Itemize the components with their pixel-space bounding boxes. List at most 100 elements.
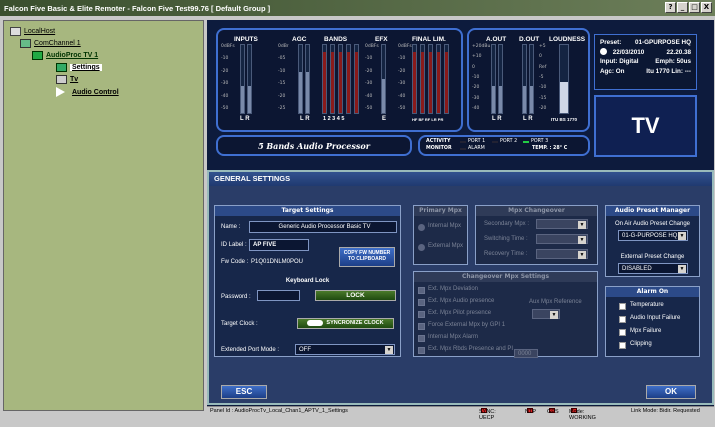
changeover-option-label: Ext. Mpx Deviation bbox=[428, 286, 479, 292]
chevron-down-icon[interactable]: ▼ bbox=[385, 346, 393, 354]
close-button[interactable]: X bbox=[701, 2, 712, 13]
device-tree: LocalHost ComChannel 1 AudioProc TV 1 Se… bbox=[3, 20, 204, 411]
agc-meter-right bbox=[305, 44, 310, 114]
tree-item-tv[interactable]: Tv bbox=[56, 75, 78, 84]
password-field[interactable] bbox=[257, 290, 300, 301]
dout-meter-left bbox=[522, 44, 527, 114]
bands-numbers-label: 1 2 3 4 5 bbox=[323, 116, 345, 122]
inputs-scale-tick: -10 bbox=[221, 56, 229, 62]
mode-status: Mode: WORKING bbox=[569, 408, 596, 421]
network-icon bbox=[20, 39, 31, 48]
aout-meter-right bbox=[498, 44, 503, 114]
chevron-down-icon[interactable]: ▼ bbox=[678, 265, 686, 273]
tree-item-channel[interactable]: ComChannel 1 bbox=[20, 39, 81, 48]
external-mpx-radio[interactable] bbox=[418, 244, 425, 251]
emphasis-value: Emph: 50us bbox=[655, 58, 691, 65]
output-meters-panel: A.OUT D.OUT LOUDNESS L R L R ITU BS 1770… bbox=[467, 28, 590, 132]
extended-port-select[interactable]: OFF ▼ bbox=[295, 344, 395, 355]
band-meter-1 bbox=[322, 44, 327, 114]
aout-scale-tick: -10 bbox=[472, 75, 480, 80]
changeover-option-label: Ext. Mpx Audio presence bbox=[428, 298, 495, 304]
loudness-scale-tick: -5 bbox=[539, 75, 544, 80]
audio-preset-manager-panel: Audio Preset Manager On Air Audio Preset… bbox=[605, 205, 700, 277]
tree-label: Settings bbox=[70, 64, 102, 71]
status-bar: Panel Id : AudioProcTv_Local_Chan1_APTV_… bbox=[207, 406, 714, 421]
changeover-option-label: Ext. Mpx Pilot presence bbox=[428, 310, 492, 316]
general-settings-title: GENERAL SETTINGS bbox=[209, 172, 712, 186]
play-icon bbox=[56, 87, 65, 97]
maximize-button[interactable]: □ bbox=[689, 2, 700, 13]
ok-button[interactable]: OK bbox=[646, 385, 696, 399]
tree-item-audio-control[interactable]: Audio Control bbox=[56, 87, 119, 97]
id-field[interactable]: AP FIVE bbox=[249, 239, 309, 251]
final-meter-3 bbox=[428, 44, 433, 114]
efx-heading: EFX bbox=[375, 36, 388, 43]
esc-button[interactable]: ESC bbox=[221, 385, 267, 399]
fw-value: P1Q01DNLM0POU bbox=[251, 259, 304, 265]
help-button[interactable]: ? bbox=[665, 2, 676, 13]
chevron-down-icon[interactable]: ▼ bbox=[578, 221, 586, 229]
loudness-scale-tick: -10 bbox=[539, 85, 547, 91]
activity-label: ACTIVITY bbox=[426, 139, 451, 144]
chevron-down-icon[interactable]: ▼ bbox=[578, 251, 586, 259]
temperature-readout: TEMP. : 28° C bbox=[532, 146, 568, 151]
name-field[interactable]: Generic Audio Processor Basic TV bbox=[249, 221, 397, 233]
alarm-option-checkbox[interactable] bbox=[619, 316, 626, 323]
tree-label: Tv bbox=[70, 76, 79, 83]
tree-item-device[interactable]: AudioProc TV 1 bbox=[32, 51, 98, 60]
external-preset-select[interactable]: DISABLED ▼ bbox=[618, 263, 688, 274]
changeover-option-checkbox[interactable] bbox=[418, 299, 425, 306]
pi-code-field[interactable]: 0000 bbox=[514, 349, 538, 358]
changeover-option-checkbox[interactable] bbox=[418, 347, 425, 354]
tree-item-localhost[interactable]: LocalHost bbox=[10, 27, 55, 36]
efx-scale-tick: -20 bbox=[365, 68, 373, 74]
inputs-scale-tick: 0dBFs bbox=[221, 44, 235, 49]
onair-preset-select[interactable]: 01-G-PURPOSE HQ ▼ bbox=[618, 230, 688, 241]
primary-mpx-title: Primary Mpx bbox=[414, 206, 467, 216]
alarm-on-panel: Alarm On Temperature Audio Input Failure M… bbox=[605, 286, 700, 357]
toggle-icon bbox=[307, 319, 324, 326]
internal-mpx-radio[interactable] bbox=[418, 224, 425, 231]
chevron-down-icon[interactable]: ▼ bbox=[578, 236, 586, 244]
meters-panel: INPUTS AGC BANDS EFX FINAL LIM. L R L R … bbox=[216, 28, 463, 132]
copy-fw-button[interactable]: COPY FW NUMBER TO CLIPBOARD bbox=[339, 247, 395, 267]
changeover-option-checkbox[interactable] bbox=[418, 287, 425, 294]
extended-port-label: Extended Port Mode : bbox=[221, 347, 280, 353]
recovery-time-select[interactable]: ▼ bbox=[536, 249, 588, 259]
port-status-panel: ACTIVITY MONITOR PORT 1 PORT 2 PORT 3 AL… bbox=[418, 135, 590, 156]
preset-label: Preset: bbox=[600, 39, 622, 46]
aux-mpx-select[interactable]: ▼ bbox=[532, 309, 560, 319]
sync-clock-button[interactable]: SYNCRONIZE CLOCK bbox=[297, 318, 394, 329]
itu-status: Itu 1770 Lin: --- bbox=[646, 67, 691, 75]
changeover-option-checkbox[interactable] bbox=[418, 311, 425, 318]
alarm-option-checkbox[interactable] bbox=[619, 329, 626, 336]
sync-clock-label: SYNCRONIZE CLOCK bbox=[326, 320, 384, 326]
final-scale-tick: -50 bbox=[398, 106, 406, 111]
efx-scale-tick: -10 bbox=[365, 56, 373, 62]
agc-scale-tick: -25 bbox=[278, 106, 286, 111]
aout-scale-tick: -30 bbox=[472, 95, 480, 101]
changeover-settings-title: Changeover Mpx Settings bbox=[414, 272, 597, 282]
tree-item-settings[interactable]: Settings bbox=[56, 63, 102, 72]
aout-heading: A.OUT bbox=[486, 36, 507, 43]
alarm-option-checkbox[interactable] bbox=[619, 303, 626, 310]
switching-time-select[interactable]: ▼ bbox=[536, 234, 588, 244]
inputs-heading: INPUTS bbox=[234, 36, 258, 43]
clock-icon bbox=[600, 48, 607, 56]
agc-scale-tick: -10 bbox=[278, 68, 286, 74]
gps-label: GPS bbox=[547, 409, 559, 415]
minimize-button[interactable]: _ bbox=[677, 2, 688, 13]
efx-scale-tick: -30 bbox=[365, 81, 373, 87]
final-meter-1 bbox=[412, 44, 417, 114]
lock-button[interactable]: LOCK bbox=[315, 290, 396, 301]
alarm-option-checkbox[interactable] bbox=[619, 342, 626, 349]
gps-status: GPS bbox=[547, 408, 559, 415]
chevron-down-icon[interactable]: ▼ bbox=[550, 311, 558, 319]
changeover-option-checkbox[interactable] bbox=[418, 335, 425, 342]
loudness-scale-tick: Ref bbox=[539, 64, 547, 70]
chevron-down-icon[interactable]: ▼ bbox=[678, 232, 686, 240]
secondary-mpx-select[interactable]: ▼ bbox=[536, 219, 588, 229]
changeover-option-checkbox[interactable] bbox=[418, 323, 425, 330]
preset-value: 01-GPURPOSE HQ bbox=[635, 39, 691, 46]
tree-label: Audio Control bbox=[72, 88, 119, 96]
